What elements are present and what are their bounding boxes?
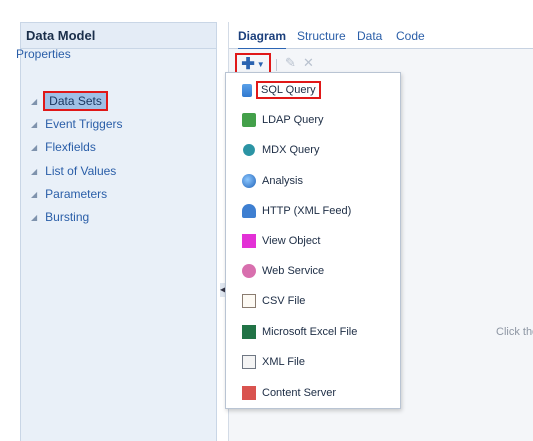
- excel-file-icon: [242, 325, 256, 339]
- menu-item-label: LDAP Query: [262, 114, 324, 126]
- menu-item-content-server[interactable]: Content Server: [242, 383, 336, 403]
- xml-file-icon: [242, 355, 256, 369]
- tree-item-flexfields[interactable]: ◢ Flexfields: [31, 140, 96, 154]
- menu-item-http-xml-feed[interactable]: HTTP (XML Feed): [242, 201, 351, 221]
- tree-item-label: Data Sets: [43, 91, 108, 111]
- view-object-icon: [242, 234, 256, 248]
- tree-item-label: Bursting: [45, 210, 90, 224]
- content-server-icon: [242, 386, 256, 400]
- expand-triangle-icon[interactable]: ◢: [31, 190, 37, 199]
- menu-item-sql-query[interactable]: SQL Query: [242, 80, 321, 100]
- tree-item-parameters[interactable]: ◢ Parameters: [31, 187, 107, 201]
- ldap-icon: [242, 113, 256, 127]
- menu-item-web-service[interactable]: Web Service: [242, 261, 324, 281]
- tree-item-event-triggers[interactable]: ◢ Event Triggers: [31, 117, 123, 131]
- tree-item-label: Flexfields: [45, 140, 96, 154]
- menu-item-label: CSV File: [262, 295, 306, 307]
- tab-bar: Diagram Structure Data Code: [229, 22, 533, 50]
- new-dataset-menu: SQL Query LDAP Query MDX Query Analysis …: [225, 72, 401, 409]
- data-model-panel: Data Model: [20, 22, 217, 441]
- globe-icon: [242, 174, 256, 188]
- menu-item-label: Content Server: [262, 387, 336, 399]
- expand-triangle-icon[interactable]: ◢: [31, 167, 37, 176]
- tree-item-label: Event Triggers: [45, 117, 123, 131]
- x-icon[interactable]: ✕: [303, 55, 314, 71]
- toolbar-divider: [276, 59, 277, 71]
- tree-item-list-of-values[interactable]: ◢ List of Values: [31, 164, 116, 178]
- properties-link[interactable]: Properties: [16, 47, 71, 61]
- canvas-hint-text: Click the: [496, 326, 533, 338]
- menu-item-label: XML File: [262, 356, 305, 368]
- tree-item-label: List of Values: [45, 164, 117, 178]
- menu-item-label: Web Service: [262, 265, 325, 277]
- panel-title: Data Model: [21, 23, 216, 49]
- expand-triangle-icon[interactable]: ◢: [31, 97, 37, 106]
- tree-item-data-sets[interactable]: ◢ Data Sets: [31, 91, 108, 111]
- tree-item-bursting[interactable]: ◢ Bursting: [31, 210, 89, 224]
- database-icon: [242, 83, 252, 97]
- expand-triangle-icon[interactable]: ◢: [31, 213, 37, 222]
- expand-triangle-icon[interactable]: ◢: [31, 143, 37, 152]
- menu-item-view-object[interactable]: View Object: [242, 231, 321, 251]
- menu-item-label: View Object: [262, 235, 321, 247]
- http-icon: [242, 204, 256, 218]
- expand-triangle-icon[interactable]: ◢: [31, 120, 37, 129]
- menu-item-analysis[interactable]: Analysis: [242, 171, 303, 191]
- web-service-icon: [242, 264, 256, 278]
- menu-item-excel-file[interactable]: Microsoft Excel File: [242, 322, 357, 342]
- menu-item-label: Analysis: [262, 175, 303, 187]
- diagram-toolbar: ✚ ▼ ✎ ✕: [229, 49, 533, 75]
- tab-data[interactable]: Data: [357, 29, 382, 43]
- chevron-down-icon: ▼: [256, 59, 265, 69]
- add-dataset-button[interactable]: ✚ ▼: [235, 53, 271, 75]
- menu-item-label: Microsoft Excel File: [262, 326, 358, 338]
- tab-diagram[interactable]: Diagram: [238, 29, 287, 50]
- menu-item-label: SQL Query: [256, 81, 321, 99]
- plus-icon: ✚: [241, 56, 255, 73]
- tab-code[interactable]: Code: [396, 29, 425, 43]
- menu-item-csv-file[interactable]: CSV File: [242, 291, 305, 311]
- pencil-icon[interactable]: ✎: [285, 55, 296, 71]
- menu-item-label: HTTP (XML Feed): [262, 205, 352, 217]
- tab-structure[interactable]: Structure: [297, 29, 346, 43]
- menu-item-mdx-query[interactable]: MDX Query: [242, 140, 319, 160]
- menu-item-xml-file[interactable]: XML File: [242, 352, 305, 372]
- tree-item-label: Parameters: [45, 187, 108, 201]
- cube-icon: [243, 144, 255, 156]
- menu-item-label: MDX Query: [262, 144, 320, 156]
- menu-item-ldap-query[interactable]: LDAP Query: [242, 110, 324, 130]
- csv-file-icon: [242, 294, 256, 308]
